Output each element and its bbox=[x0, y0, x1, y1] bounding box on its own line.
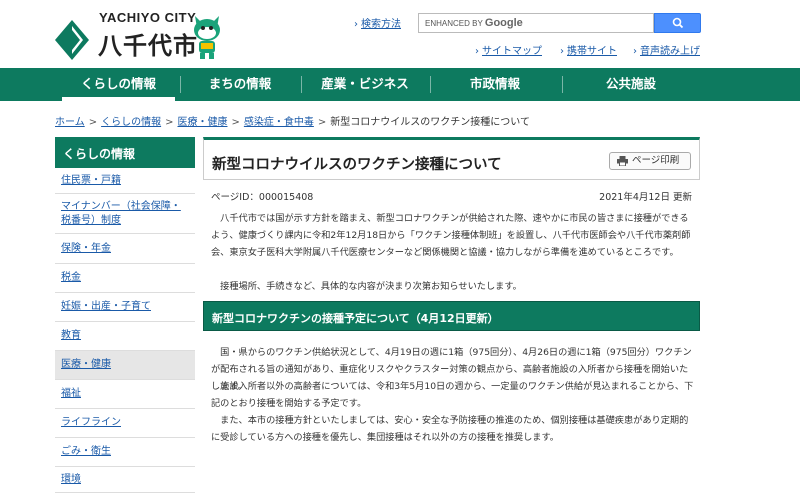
gnav-item-cityhall[interactable]: 市政情報 bbox=[435, 68, 555, 101]
sidebar-item-childcare[interactable]: 妊娠・出産・子育て bbox=[55, 293, 195, 322]
breadcrumb-current: 新型コロナウイルスのワクチン接種について bbox=[330, 117, 530, 128]
sidebar-item-label[interactable]: ライフライン bbox=[61, 416, 121, 430]
chevron-right-icon: › bbox=[560, 46, 564, 57]
chevron-right-icon: › bbox=[633, 46, 637, 57]
sidebar-heading: くらしの情報 bbox=[55, 137, 195, 168]
sidebar-item-label[interactable]: 住民票・戸籍 bbox=[61, 174, 121, 188]
sidebar-item-environment[interactable]: 環境 bbox=[55, 467, 195, 493]
sidebar-item-label[interactable]: 税金 bbox=[61, 271, 81, 285]
sidebar-item-label[interactable]: マイナンバー（社会保障・税番号）制度 bbox=[61, 200, 189, 228]
gnav-item-living[interactable]: くらしの情報 bbox=[62, 68, 175, 101]
voice-reader-link[interactable]: 音声読み上げ bbox=[640, 46, 700, 57]
nav-divider bbox=[301, 76, 302, 93]
elderly-paragraph: 施設入所者以外の高齢者については、令和3年5月10日の週から、一定量のワクチン供… bbox=[211, 381, 694, 409]
search-input[interactable]: ENHANCED BY Google bbox=[418, 13, 654, 33]
nav-divider bbox=[562, 76, 563, 93]
intro-paragraph: 八千代市では国が示す方針を踏まえ、新型コロナワクチンが供給された際、速やかに市民… bbox=[211, 213, 691, 258]
breadcrumb-separator-icon: > bbox=[88, 117, 98, 128]
nav-divider bbox=[180, 76, 181, 93]
sidebar-item-label[interactable]: 医療・健康 bbox=[61, 358, 111, 372]
sidebar-item-label[interactable]: 教育 bbox=[61, 329, 81, 343]
sidebar-item-welfare[interactable]: 福祉 bbox=[55, 380, 195, 409]
breadcrumb-living[interactable]: くらしの情報 bbox=[101, 117, 161, 128]
mobile-site[interactable]: › 携帯サイト bbox=[560, 42, 617, 57]
sitemap-link[interactable]: サイトマップ bbox=[482, 46, 542, 57]
gnav-item-town[interactable]: まちの情報 bbox=[185, 68, 295, 101]
mobile-site-link[interactable]: 携帯サイト bbox=[567, 46, 617, 57]
breadcrumb-infection[interactable]: 感染症・食中毒 bbox=[244, 117, 314, 128]
sidebar-item-label[interactable]: 保険・年金 bbox=[61, 242, 111, 256]
gnav-item-business[interactable]: 産業・ビジネス bbox=[305, 68, 425, 101]
site-header: YACHIYO CITY 八千代市 › 検索方法 ENHANCED BY Goog… bbox=[0, 0, 800, 68]
sidebar-item-label[interactable]: ごみ・衛生 bbox=[61, 445, 111, 459]
breadcrumb-medical[interactable]: 医療・健康 bbox=[177, 117, 227, 128]
sidebar-item-medical[interactable]: 医療・健康 bbox=[55, 351, 195, 380]
sitemap[interactable]: › サイトマップ bbox=[475, 42, 542, 57]
global-nav: くらしの情報 まちの情報 産業・ビジネス 市政情報 公共施設 bbox=[0, 68, 800, 101]
sidebar-item-lifeline[interactable]: ライフライン bbox=[55, 409, 195, 438]
breadcrumb-separator-icon: > bbox=[317, 117, 327, 128]
mascot-icon bbox=[194, 16, 220, 59]
search-help[interactable]: › 検索方法 bbox=[354, 15, 401, 30]
breadcrumb-home[interactable]: ホーム bbox=[55, 117, 85, 128]
printer-icon bbox=[617, 156, 628, 166]
city-emblem-icon bbox=[55, 20, 89, 60]
sidebar-item-resident[interactable]: 住民票・戸籍 bbox=[55, 168, 195, 194]
section-heading: 新型コロナワクチンの接種予定について（4月12日更新） bbox=[203, 301, 700, 331]
page-id: ページID：000015408 bbox=[211, 192, 314, 203]
breadcrumb: ホーム > くらしの情報 > 医療・健康 > 感染症・食中毒 > 新型コロナウイルスのワクチン接… bbox=[55, 113, 530, 128]
policy-paragraph: また、本市の接種方針といたしましては、安心・安全な予防接種の推進のため、個別接種… bbox=[211, 415, 689, 443]
sidebar-item-label[interactable]: 福祉 bbox=[61, 387, 81, 401]
nav-divider bbox=[430, 76, 431, 93]
gnav-item-facilities[interactable]: 公共施設 bbox=[566, 68, 696, 101]
sidebar: くらしの情報 住民票・戸籍 マイナンバー（社会保障・税番号）制度 保険・年金 税… bbox=[55, 137, 195, 493]
main-content: 新型コロナウイルスのワクチン接種について ページ印刷 ページID：0000154… bbox=[203, 137, 700, 493]
page-title: 新型コロナウイルスのワクチン接種について bbox=[212, 157, 502, 173]
breadcrumb-separator-icon: > bbox=[231, 117, 240, 128]
search-placeholder-brand: Google bbox=[484, 17, 523, 29]
sidebar-item-label[interactable]: 妊娠・出産・子育て bbox=[61, 300, 151, 314]
sidebar-item-education[interactable]: 教育 bbox=[55, 322, 195, 351]
chevron-right-icon: › bbox=[475, 46, 479, 57]
search-placeholder-prefix: ENHANCED BY bbox=[425, 19, 483, 28]
sidebar-item-tax[interactable]: 税金 bbox=[55, 264, 195, 293]
sidebar-item-insurance[interactable]: 保険・年金 bbox=[55, 234, 195, 264]
sidebar-item-mynumber[interactable]: マイナンバー（社会保障・税番号）制度 bbox=[55, 194, 195, 234]
updated-date: 2021年4月12日 更新 bbox=[599, 192, 692, 203]
logo-english: YACHIYO CITY bbox=[99, 10, 197, 25]
notice-paragraph: 接種場所、手続きなど、具体的な内容が決まり次第お知らせいたします。 bbox=[211, 281, 522, 292]
breadcrumb-separator-icon: > bbox=[165, 117, 174, 128]
search-icon bbox=[672, 17, 684, 29]
chevron-right-icon: › bbox=[354, 19, 358, 30]
print-button-label: ページ印刷 bbox=[632, 155, 680, 166]
sidebar-item-label[interactable]: 環境 bbox=[61, 473, 81, 487]
title-box: 新型コロナウイルスのワクチン接種について ページ印刷 bbox=[203, 137, 700, 180]
sidebar-item-waste[interactable]: ごみ・衛生 bbox=[55, 438, 195, 467]
search-button[interactable] bbox=[654, 13, 701, 33]
print-button[interactable]: ページ印刷 bbox=[609, 152, 691, 170]
voice-reader[interactable]: › 音声読み上げ bbox=[633, 42, 700, 57]
search-help-link[interactable]: 検索方法 bbox=[361, 19, 401, 30]
logo-japanese: 八千代市 bbox=[98, 32, 198, 60]
